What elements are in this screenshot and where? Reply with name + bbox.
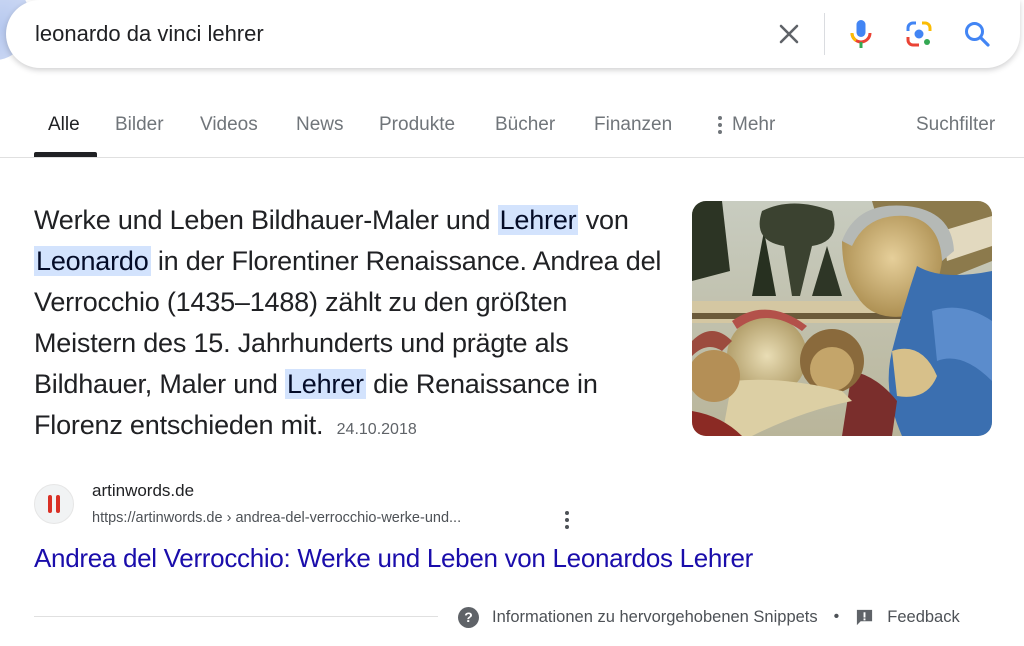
more-vert-icon <box>565 511 569 515</box>
tab-produkte[interactable]: Produkte <box>379 114 455 136</box>
tab-finanzen[interactable]: Finanzen <box>594 114 672 136</box>
search-bar-divider <box>824 13 825 55</box>
search-icon <box>965 22 990 47</box>
favicon-bar <box>48 495 52 513</box>
painting-image <box>692 201 992 436</box>
tab-mehr-label: Mehr <box>732 114 776 135</box>
tab-videos[interactable]: Videos <box>200 114 258 136</box>
site-name[interactable]: artinwords.de <box>92 481 194 501</box>
tab-alle[interactable]: Alle <box>48 114 80 136</box>
image-search-button[interactable] <box>902 17 936 51</box>
site-favicon[interactable] <box>34 484 74 524</box>
close-icon <box>779 24 799 44</box>
search-submit-button[interactable] <box>960 17 994 51</box>
feedback-link[interactable]: Feedback <box>887 608 959 627</box>
help-icon: ? <box>458 606 479 628</box>
more-vert-icon <box>718 116 722 134</box>
featured-snippet-text: Werke und Leben Bildhauer-Maler und Lehr… <box>34 200 674 450</box>
about-featured-snippets-link[interactable]: Informationen zu hervorgehobenen Snippet… <box>492 608 818 627</box>
clear-search-button[interactable] <box>772 17 806 51</box>
snippet-highlight: Lehrer <box>284 369 366 399</box>
voice-search-button[interactable] <box>844 17 878 51</box>
feedback-icon <box>857 609 873 625</box>
snippet-date: 24.10.2018 <box>336 421 417 438</box>
result-options-button[interactable] <box>560 509 574 531</box>
snippet-footer: ? Informationen zu hervorgehobenen Snipp… <box>458 605 960 629</box>
snippet-thumbnail[interactable] <box>692 201 992 436</box>
footer-divider <box>34 616 438 617</box>
active-tab-indicator <box>34 152 97 157</box>
tab-news[interactable]: News <box>296 114 344 136</box>
google-lens-icon <box>906 21 932 47</box>
microphone-icon <box>850 20 872 48</box>
favicon-bar <box>56 495 60 513</box>
snippet-segment: Werke und Leben Bildhauer-Maler und <box>34 205 498 235</box>
snippet-segment: von <box>578 205 629 235</box>
result-title-link[interactable]: Andrea del Verrocchio: Werke und Leben v… <box>34 543 753 574</box>
footer-separator: • <box>833 608 840 625</box>
tab-mehr[interactable]: Mehr <box>718 114 775 136</box>
site-url[interactable]: https://artinwords.de › andrea-del-verro… <box>92 510 461 526</box>
tab-bilder[interactable]: Bilder <box>115 114 164 136</box>
snippet-highlight: Leonardo <box>34 246 151 276</box>
snippet-highlight: Lehrer <box>497 205 579 235</box>
search-tabs: Alle Bilder Videos News Produkte Bücher … <box>0 100 1024 158</box>
tab-buecher[interactable]: Bücher <box>495 114 555 136</box>
search-input[interactable] <box>35 16 755 52</box>
search-filter-button[interactable]: Suchfilter <box>916 114 995 136</box>
search-bar <box>6 0 1020 68</box>
